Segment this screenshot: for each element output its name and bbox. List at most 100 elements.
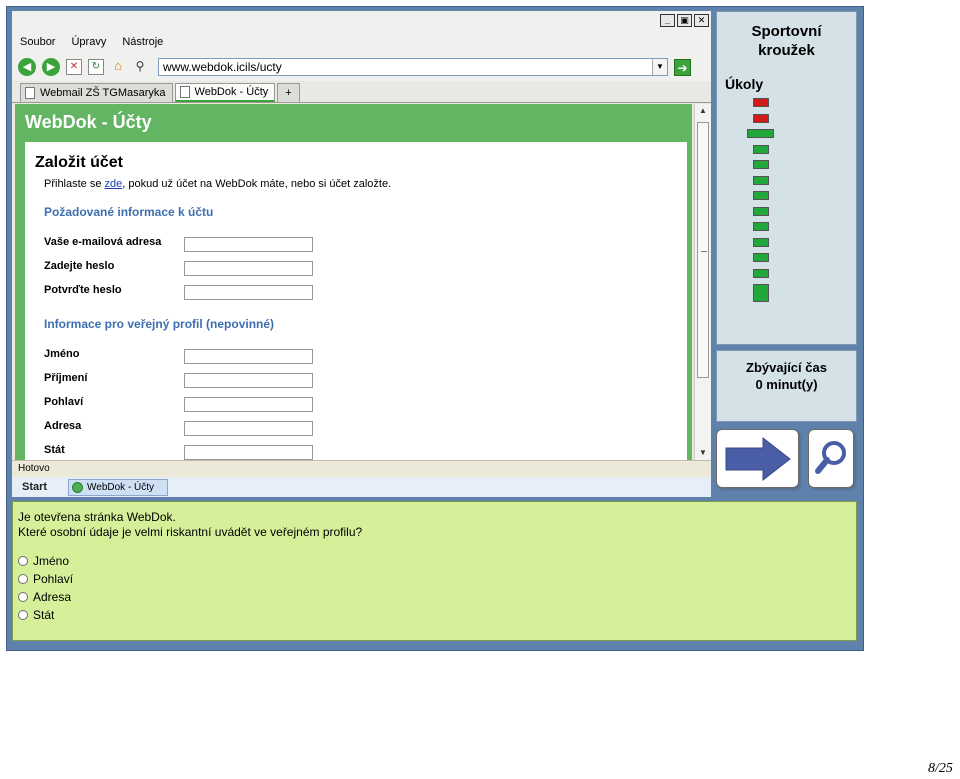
radio-button[interactable] <box>18 574 28 584</box>
status-bar: Hotovo <box>12 460 711 476</box>
option-gender[interactable]: Pohlaví <box>18 572 73 586</box>
login-link[interactable]: zde <box>105 178 123 190</box>
confirm-password-field[interactable] <box>184 285 313 300</box>
start-button[interactable]: Start <box>12 477 68 497</box>
forward-icon[interactable]: ▶ <box>42 58 60 76</box>
email-field[interactable] <box>184 237 313 252</box>
arrow-right-icon <box>725 436 791 482</box>
option-label: Pohlaví <box>33 572 74 586</box>
home-icon[interactable]: ⌂ <box>110 59 126 75</box>
scroll-up-icon[interactable]: ▲ <box>695 104 711 118</box>
radio-button[interactable] <box>18 610 28 620</box>
tab-label: Webmail ZŠ TGMasaryka <box>40 86 166 99</box>
menu-file[interactable]: Soubor <box>20 36 55 48</box>
tasks-panel: Sportovní kroužek Úkoly <box>716 11 857 345</box>
document-icon <box>25 87 35 99</box>
url-input[interactable]: www.webdok.icils/ucty ▼ <box>158 58 668 76</box>
minimize-button[interactable]: _ <box>660 14 675 27</box>
radio-button[interactable] <box>18 592 28 602</box>
scroll-thumb[interactable] <box>697 122 709 378</box>
task-indicator-2 <box>753 113 769 123</box>
page-title: WebDok - Účty <box>25 112 152 132</box>
unit-title: Sportovní kroužek <box>717 22 856 60</box>
magnifier-icon <box>815 441 846 474</box>
question-text: Které osobní údaje je velmi riskantní uv… <box>18 525 363 539</box>
timer-value: 0 minut(y) <box>755 377 818 392</box>
address-label: Adresa <box>44 420 82 432</box>
password-label: Zadejte heslo <box>44 260 115 272</box>
first-name-label: Jméno <box>44 348 80 360</box>
option-label: Adresa <box>33 590 72 604</box>
url-text: www.webdok.icils/ucty <box>163 60 282 74</box>
radio-button[interactable] <box>18 556 28 566</box>
test-screen: _ ▣ ✕ Soubor Úpravy Nástroje ◀ ▶ ✕ ↻ ⌂ ⚲… <box>6 6 864 651</box>
task-indicator-4 <box>753 144 769 154</box>
vertical-scrollbar[interactable]: ▲ ▼ <box>694 104 711 460</box>
option-label: Stát <box>33 608 55 622</box>
go-arrow-icon[interactable]: ➔ <box>674 58 691 76</box>
password-field[interactable] <box>184 261 313 276</box>
task-indicator-9 <box>753 222 769 231</box>
last-name-field[interactable] <box>184 373 313 388</box>
gender-label: Pohlaví <box>44 396 84 408</box>
taskbar-item-label: WebDok - Účty <box>87 481 155 493</box>
magnify-button[interactable] <box>808 429 854 488</box>
option-country[interactable]: Stát <box>18 608 54 622</box>
task-indicator-13 <box>753 284 769 302</box>
first-name-field[interactable] <box>184 349 313 364</box>
document-icon <box>179 86 190 98</box>
email-label: Vaše e-mailová adresa <box>44 236 162 248</box>
question-context: Je otevřena stránka WebDok. <box>18 510 176 524</box>
task-indicator-10 <box>753 237 769 247</box>
task-indicator-11 <box>753 253 769 262</box>
new-tab-button[interactable]: + <box>277 83 300 102</box>
page-number: 8/25 <box>928 761 953 776</box>
search-icon[interactable]: ⚲ <box>132 59 148 75</box>
unit-title-line1: Sportovní <box>751 23 822 40</box>
intro-text: , pokud už účet na WebDok máte, nebo si … <box>122 178 392 190</box>
account-form: Založit účet Přihlaste se zde, pokud už … <box>25 142 687 460</box>
close-button[interactable]: ✕ <box>694 14 709 27</box>
stop-icon[interactable]: ✕ <box>66 59 82 75</box>
next-button[interactable] <box>716 429 799 488</box>
menu-edit[interactable]: Úpravy <box>71 36 106 48</box>
taskbar: Start WebDok - Účty <box>12 477 711 497</box>
scroll-down-icon[interactable]: ▼ <box>695 446 711 460</box>
title-bar: _ ▣ ✕ <box>12 11 711 31</box>
confirm-password-label: Potvrďte heslo <box>44 284 122 296</box>
page-content: WebDok - Účty Založit účet Přihlaste se … <box>15 104 692 460</box>
task-indicator-6 <box>753 175 769 185</box>
grip-icon <box>701 251 707 252</box>
task-indicator-3 <box>747 129 774 138</box>
option-address[interactable]: Adresa <box>18 590 71 604</box>
back-icon[interactable]: ◀ <box>18 58 36 76</box>
form-intro: Přihlaste se zde, pokud už účet na WebDo… <box>44 178 391 190</box>
menu-tools[interactable]: Nástroje <box>122 36 163 48</box>
question-panel: Je otevřena stránka WebDok. Které osobní… <box>12 501 857 641</box>
option-first-name[interactable]: Jméno <box>18 554 69 568</box>
window-controls: _ ▣ ✕ <box>660 14 709 27</box>
menu-bar: Soubor Úpravy Nástroje <box>12 31 711 53</box>
tab-webdok[interactable]: WebDok - Účty <box>174 83 276 102</box>
section-public-profile: Informace pro veřejný profil (nepovinné) <box>44 317 275 331</box>
timer-label: Zbývající čas <box>746 360 827 375</box>
timer-panel: Zbývající čas 0 minut(y) <box>716 350 857 422</box>
url-dropdown-icon[interactable]: ▼ <box>652 59 667 75</box>
intro-text: Přihlaste se <box>44 178 105 190</box>
task-indicator-12 <box>753 268 769 278</box>
option-label: Jméno <box>33 554 70 568</box>
form-heading: Založit účet <box>35 154 124 171</box>
reload-icon[interactable]: ↻ <box>88 59 104 75</box>
task-indicator-5 <box>753 160 769 169</box>
taskbar-item-webdok[interactable]: WebDok - Účty <box>68 478 168 496</box>
tab-label: WebDok - Účty <box>194 85 269 98</box>
maximize-button[interactable]: ▣ <box>677 14 692 27</box>
country-field[interactable] <box>184 445 313 460</box>
country-label: Stát <box>44 444 65 456</box>
gender-field[interactable] <box>184 397 313 412</box>
tab-bar: Webmail ZŠ TGMasaryka WebDok - Účty + <box>12 81 711 103</box>
task-indicator-7 <box>753 191 769 200</box>
last-name-label: Příjmení <box>44 372 88 384</box>
address-field[interactable] <box>184 421 313 436</box>
tab-webmail[interactable]: Webmail ZŠ TGMasaryka <box>20 83 173 102</box>
